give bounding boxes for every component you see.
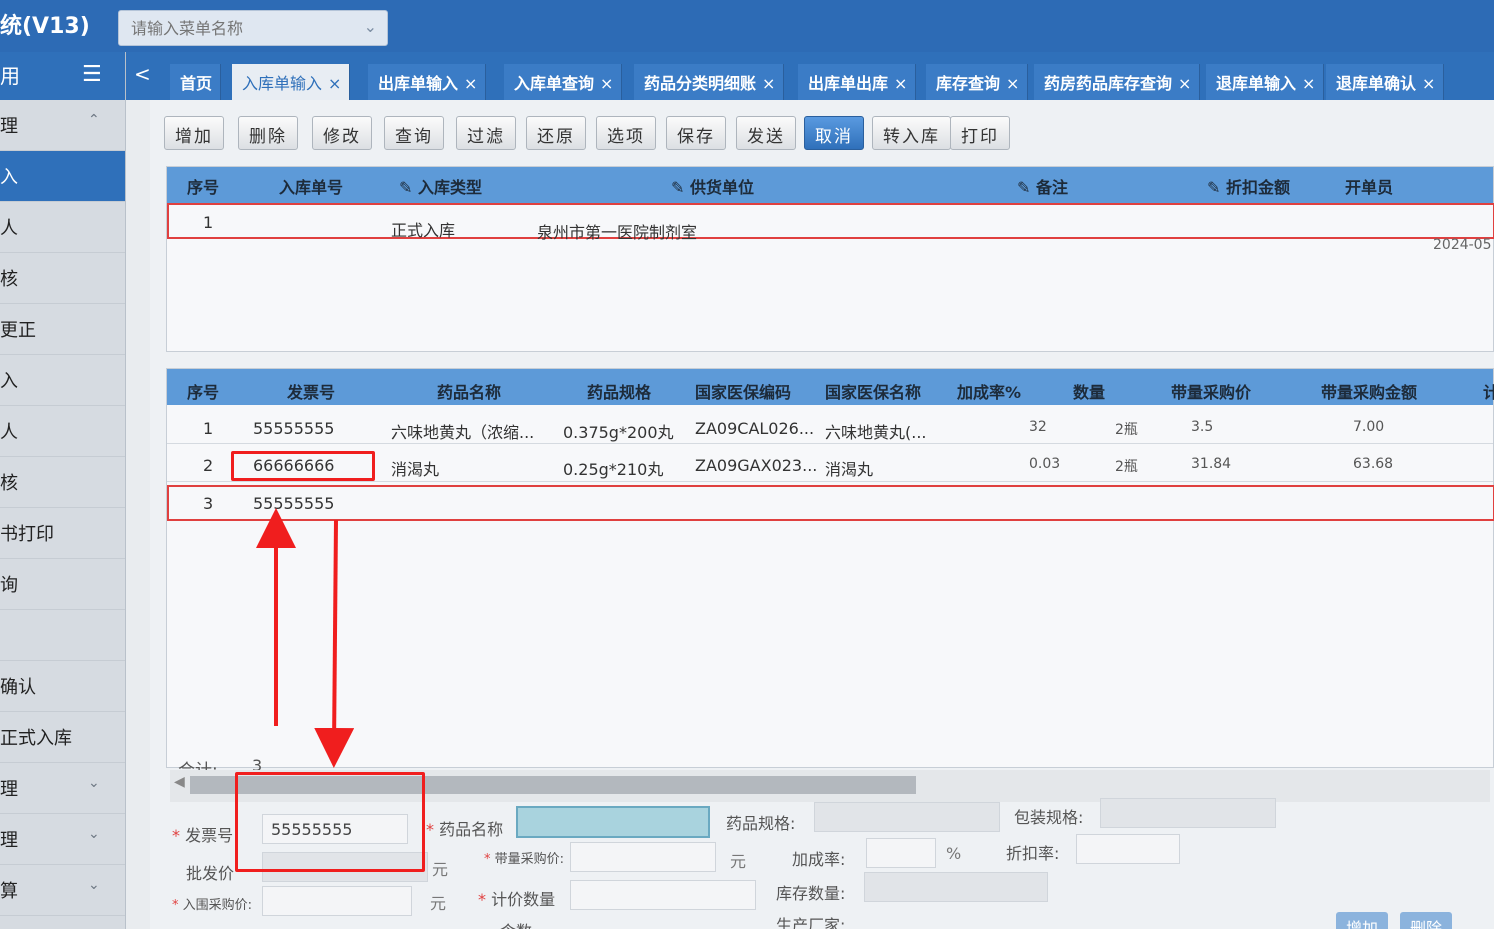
- annotation-arrows: [256, 508, 355, 768]
- annotation-arrow-down: [314, 519, 355, 768]
